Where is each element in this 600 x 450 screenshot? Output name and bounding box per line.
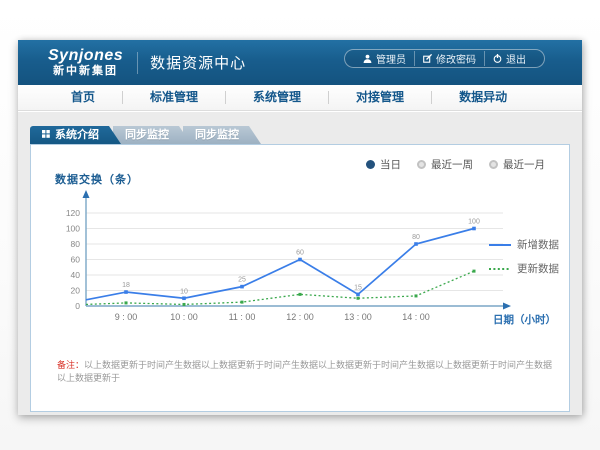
range-filter-1[interactable]: 最近一周 bbox=[417, 157, 473, 172]
footnote-text: 以上数据更新于时间产生数据以上数据更新于时间产生数据以上数据更新于时间产生数据以… bbox=[57, 360, 552, 383]
userbar-item-label: 管理员 bbox=[376, 51, 406, 66]
nav-item-0[interactable]: 首页 bbox=[44, 91, 122, 104]
logo-text-en: Synjones bbox=[48, 48, 123, 64]
y-tick-label: 120 bbox=[66, 208, 80, 218]
userbar-item-change-password[interactable]: 修改密码 bbox=[414, 51, 484, 66]
userbar-item-label: 退出 bbox=[506, 51, 526, 66]
data-point-label: 100 bbox=[468, 219, 480, 226]
app-window: Synjones 新中新集团 数据资源中心 管理员修改密码退出 首页标准管理系统… bbox=[18, 40, 582, 415]
data-point[interactable] bbox=[124, 290, 128, 294]
chart-panel: 当日最近一周最近一月 数据交换（条） 0204060801001209 : 00… bbox=[30, 144, 570, 412]
data-point[interactable] bbox=[414, 242, 418, 246]
header-divider bbox=[137, 52, 138, 74]
nav-item-4[interactable]: 数据异动 bbox=[431, 91, 534, 104]
y-tick-label: 0 bbox=[75, 301, 80, 311]
tab-0[interactable]: 系统介绍 bbox=[30, 126, 121, 144]
x-tick-label: 14 : 00 bbox=[402, 312, 430, 322]
userbar-item-label: 修改密码 bbox=[436, 51, 476, 66]
legend-item-1: 更新数据 bbox=[489, 261, 559, 276]
y-tick-label: 20 bbox=[71, 286, 81, 296]
data-point[interactable] bbox=[241, 301, 244, 304]
data-point-label: 25 bbox=[238, 277, 246, 284]
data-point[interactable] bbox=[415, 294, 418, 297]
range-filter-label: 当日 bbox=[380, 157, 401, 172]
legend-line-sample bbox=[489, 243, 511, 247]
data-point[interactable] bbox=[182, 296, 186, 300]
range-filter-label: 最近一月 bbox=[503, 157, 545, 172]
y-tick-label: 100 bbox=[66, 224, 80, 234]
series-legend: 新增数据更新数据 bbox=[489, 237, 559, 285]
tab-label: 同步监控 bbox=[125, 126, 169, 144]
userbar-item-logout[interactable]: 退出 bbox=[484, 51, 534, 66]
data-point-label: 10 bbox=[180, 288, 188, 295]
y-axis-arrow-icon bbox=[83, 190, 90, 198]
radio-icon[interactable] bbox=[417, 160, 426, 169]
edit-icon bbox=[423, 54, 432, 63]
legend-item-0: 新增数据 bbox=[489, 237, 559, 252]
userbar-item-admin[interactable]: 管理员 bbox=[355, 51, 414, 66]
data-point[interactable] bbox=[298, 258, 302, 262]
data-point[interactable] bbox=[183, 303, 186, 306]
footnote-prefix: 备注： bbox=[57, 360, 84, 370]
data-point-label: 18 bbox=[122, 282, 130, 289]
radio-icon[interactable] bbox=[489, 160, 498, 169]
range-filter-label: 最近一周 bbox=[431, 157, 473, 172]
data-point-label: 80 bbox=[412, 234, 420, 241]
data-point[interactable] bbox=[357, 297, 360, 300]
legend-label: 更新数据 bbox=[517, 261, 559, 276]
nav-item-3[interactable]: 对接管理 bbox=[328, 91, 431, 104]
company-logo: Synjones 新中新集团 bbox=[48, 48, 123, 77]
user-toolbar: 管理员 修改密码 退出 bbox=[344, 49, 545, 68]
legend-label: 新增数据 bbox=[517, 237, 559, 252]
data-point[interactable] bbox=[356, 293, 360, 297]
tab-bar: 系统介绍 同步监控 同步监控 bbox=[30, 126, 570, 144]
line-chart: 0 20 40 60 80 100 120 9 : 00 10 : 00 11 : 00 12 : … bbox=[45, 183, 561, 335]
y-tick-label: 40 bbox=[71, 270, 81, 280]
data-point[interactable] bbox=[472, 227, 476, 231]
content-area: 系统介绍同步监控同步监控 当日最近一周最近一月 数据交换（条） 02040608… bbox=[18, 112, 582, 415]
y-tick-label: 60 bbox=[71, 255, 81, 265]
nav-item-2[interactable]: 系统管理 bbox=[225, 91, 328, 104]
data-point-label: 60 bbox=[296, 250, 304, 257]
tab-label: 同步监控 bbox=[195, 126, 239, 144]
logout-icon bbox=[493, 54, 502, 63]
x-tick-label: 13 : 00 bbox=[344, 312, 372, 322]
nav-item-1[interactable]: 标准管理 bbox=[122, 91, 225, 104]
user-icon bbox=[363, 54, 372, 63]
x-axis-arrow-icon bbox=[503, 303, 511, 310]
header: Synjones 新中新集团 数据资源中心 管理员 修改密码 退出 bbox=[18, 40, 582, 85]
page-title: 数据资源中心 bbox=[150, 52, 246, 73]
x-tick-label: 11 : 00 bbox=[229, 312, 256, 322]
data-point[interactable] bbox=[240, 285, 244, 289]
x-axis-title: 日期（小时） bbox=[493, 313, 556, 326]
series-line-更新数据 bbox=[86, 271, 474, 304]
range-filter-2[interactable]: 最近一月 bbox=[489, 157, 545, 172]
main-nav: 首页标准管理系统管理对接管理数据异动 bbox=[18, 85, 582, 111]
footnote: 备注：以上数据更新于时间产生数据以上数据更新于时间产生数据以上数据更新于时间产生… bbox=[57, 359, 555, 384]
x-tick-label: 12 : 00 bbox=[286, 312, 314, 322]
tab-1[interactable]: 同步监控 bbox=[113, 126, 191, 144]
tab-label: 系统介绍 bbox=[55, 126, 99, 144]
data-point-label: 15 bbox=[354, 284, 362, 291]
data-point[interactable] bbox=[473, 270, 476, 273]
data-point[interactable] bbox=[125, 301, 128, 304]
data-point[interactable] bbox=[299, 293, 302, 296]
y-tick-label: 80 bbox=[71, 239, 81, 249]
range-filter-group: 当日 最近一周 最近一月 bbox=[366, 157, 545, 172]
tab-2[interactable]: 同步监控 bbox=[183, 126, 261, 144]
x-tick-label: 9 : 00 bbox=[115, 312, 138, 322]
grid-icon bbox=[42, 126, 50, 144]
legend-line-sample bbox=[489, 267, 511, 271]
x-tick-label: 10 : 00 bbox=[170, 312, 198, 322]
radio-icon[interactable] bbox=[366, 160, 375, 169]
range-filter-0[interactable]: 当日 bbox=[366, 157, 401, 172]
logo-text-cn: 新中新集团 bbox=[48, 66, 123, 77]
